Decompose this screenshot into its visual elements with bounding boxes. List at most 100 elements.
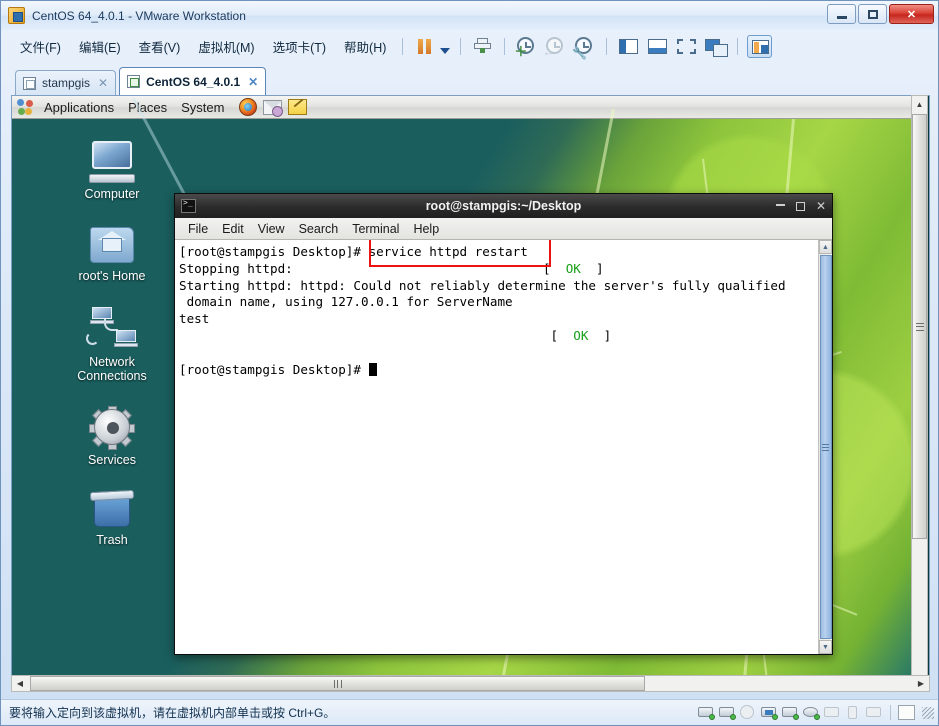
vmware-workstation-window: CentOS 64_4.0.1 - VMware Workstation ✕ 文… <box>0 0 939 726</box>
terminal-scrollbar[interactable]: ▲ ▼ <box>818 240 832 654</box>
status-ok-1: OK <box>565 260 581 276</box>
toolbar-separator <box>606 37 608 55</box>
vmware-icon <box>8 7 25 24</box>
terminal-body[interactable]: [root@stampgis Desktop]# service httpd r… <box>175 240 832 654</box>
device-status-icons <box>697 705 934 720</box>
vertical-scroll-track[interactable] <box>912 112 927 675</box>
caption-buttons: ✕ <box>827 4 934 24</box>
desktop-icon-services[interactable]: Services <box>64 406 160 467</box>
vertical-scrollbar-thumb[interactable] <box>912 114 927 539</box>
menu-file[interactable]: 文件(F) <box>11 33 70 60</box>
tab-centos-64[interactable]: CentOS 64_4.0.1 ✕ <box>119 67 267 95</box>
menu-help[interactable]: 帮助(H) <box>335 33 395 60</box>
menu-applications[interactable]: Applications <box>37 98 121 117</box>
display-icon[interactable] <box>823 705 841 720</box>
menu-places[interactable]: Places <box>121 98 174 117</box>
hard-disk-2-icon[interactable] <box>718 705 736 720</box>
menu-system[interactable]: System <box>174 98 231 117</box>
desktop-icon-label: Computer <box>84 187 140 201</box>
network-adapter-icon[interactable] <box>760 705 778 720</box>
home-folder-icon <box>88 225 136 265</box>
scroll-left-icon[interactable]: ◀ <box>12 676 28 691</box>
show-console-view-button[interactable] <box>645 35 670 58</box>
chevron-down-icon[interactable] <box>440 47 451 54</box>
terminal-title: root@stampgis:~/Desktop <box>425 199 582 213</box>
pause-vm-button[interactable] <box>412 35 437 58</box>
message-log-icon[interactable] <box>898 705 915 720</box>
hard-disk-1-icon[interactable] <box>697 705 715 720</box>
terminal-prompt-line-1: [root@stampgis Desktop]# <box>179 244 369 259</box>
terminal-menu-file[interactable]: File <box>182 220 214 238</box>
horizontal-scrollbar-thumb[interactable] <box>30 676 645 691</box>
terminal-output[interactable]: [root@stampgis Desktop]# service httpd r… <box>175 240 818 654</box>
toolbar-separator <box>402 37 404 55</box>
resize-grip-icon[interactable] <box>922 706 934 719</box>
menu-view[interactable]: 查看(V) <box>130 33 190 60</box>
terminal-menu-edit[interactable]: Edit <box>216 220 250 238</box>
status-separator <box>890 705 891 720</box>
toolbar-separator <box>460 37 462 55</box>
tab-stampgis[interactable]: stampgis ✕ <box>15 70 117 95</box>
vm-vertical-scrollbar[interactable]: ▲ ▼ <box>911 95 928 692</box>
desktop-icon-label: Trash <box>96 533 128 547</box>
terminal-maximize-button[interactable] <box>795 201 805 211</box>
terminal-window[interactable]: root@stampgis:~/Desktop ✕ File Edit View… <box>174 193 833 655</box>
terminal-minimize-button[interactable] <box>775 203 785 206</box>
vm-console-viewport[interactable]: Applications Places System Computer root… <box>11 95 930 692</box>
terminal-close-button[interactable]: ✕ <box>816 199 826 213</box>
evolution-mail-icon[interactable] <box>263 99 284 117</box>
scroll-up-icon[interactable]: ▲ <box>912 96 927 112</box>
horizontal-scroll-track[interactable] <box>28 676 913 691</box>
menu-edit[interactable]: 编辑(E) <box>70 33 130 60</box>
close-icon[interactable]: ✕ <box>96 76 108 90</box>
take-snapshot-button[interactable]: ＋ <box>514 35 539 58</box>
desktop-icon-trash[interactable]: Trash <box>64 487 160 547</box>
close-icon[interactable]: ✕ <box>246 75 258 89</box>
menu-tabs[interactable]: 选项卡(T) <box>264 33 335 60</box>
desktop-icon-root-home[interactable]: root's Home <box>64 225 160 283</box>
sound-card-icon[interactable] <box>802 705 820 720</box>
scroll-right-icon[interactable]: ▶ <box>913 676 929 691</box>
printer-icon[interactable] <box>781 705 799 720</box>
close-button[interactable]: ✕ <box>889 4 934 24</box>
send-ctrl-alt-del-button[interactable] <box>470 35 495 58</box>
terminal-window-buttons: ✕ <box>775 199 826 213</box>
enter-fullscreen-button[interactable] <box>674 35 699 58</box>
camera-icon[interactable] <box>865 705 883 720</box>
terminal-menu-bar: File Edit View Search Terminal Help <box>175 218 832 240</box>
multiple-monitors-button[interactable] <box>703 35 729 58</box>
grip-icon <box>333 679 342 688</box>
terminal-menu-search[interactable]: Search <box>293 220 345 238</box>
grip-icon <box>822 443 829 451</box>
gnome-top-panel: Applications Places System <box>12 96 911 119</box>
text-editor-icon[interactable] <box>288 99 308 115</box>
terminal-line-domain: domain name, using 127.0.0.1 for ServerN… <box>179 294 513 310</box>
terminal-menu-terminal[interactable]: Terminal <box>346 220 405 238</box>
scroll-down-icon[interactable]: ▼ <box>819 640 832 654</box>
desktop-icon-label: Services <box>88 453 136 467</box>
minimize-button[interactable] <box>827 4 856 24</box>
vm-horizontal-scrollbar[interactable]: ◀ ▶ <box>11 675 930 692</box>
terminal-line-test: test <box>179 311 210 327</box>
terminal-menu-view[interactable]: View <box>252 220 291 238</box>
desktop-icon-network-connections[interactable]: Network Connections <box>64 307 160 383</box>
terminal-title-bar: root@stampgis:~/Desktop ✕ <box>175 194 832 218</box>
terminal-scrollbar-thumb[interactable] <box>819 255 832 639</box>
manage-snapshots-button[interactable]: 🔧 <box>572 35 597 59</box>
network-connections-icon <box>84 307 140 351</box>
usb-icon[interactable] <box>844 705 862 720</box>
terminal-command: service httpd restart <box>368 244 528 259</box>
cd-dvd-icon[interactable] <box>739 705 757 720</box>
menu-vm[interactable]: 虚拟机(M) <box>189 33 263 60</box>
desktop-icon-computer[interactable]: Computer <box>64 141 160 201</box>
status-bar: 要将输入定向到该虚拟机，请在虚拟机内部单击或按 Ctrl+G。 <box>1 699 938 725</box>
title-bar: CentOS 64_4.0.1 - VMware Workstation ✕ <box>1 1 938 30</box>
show-thumbnails-button[interactable] <box>747 34 773 58</box>
firefox-icon[interactable] <box>239 98 258 116</box>
maximize-button[interactable] <box>858 4 887 24</box>
applications-menu-icon <box>17 99 33 115</box>
show-library-panel-button[interactable] <box>616 35 641 58</box>
terminal-line-starting: Starting httpd: httpd: Could not reliabl… <box>179 277 786 293</box>
scroll-up-icon[interactable]: ▲ <box>819 240 832 254</box>
terminal-menu-help[interactable]: Help <box>407 220 445 238</box>
